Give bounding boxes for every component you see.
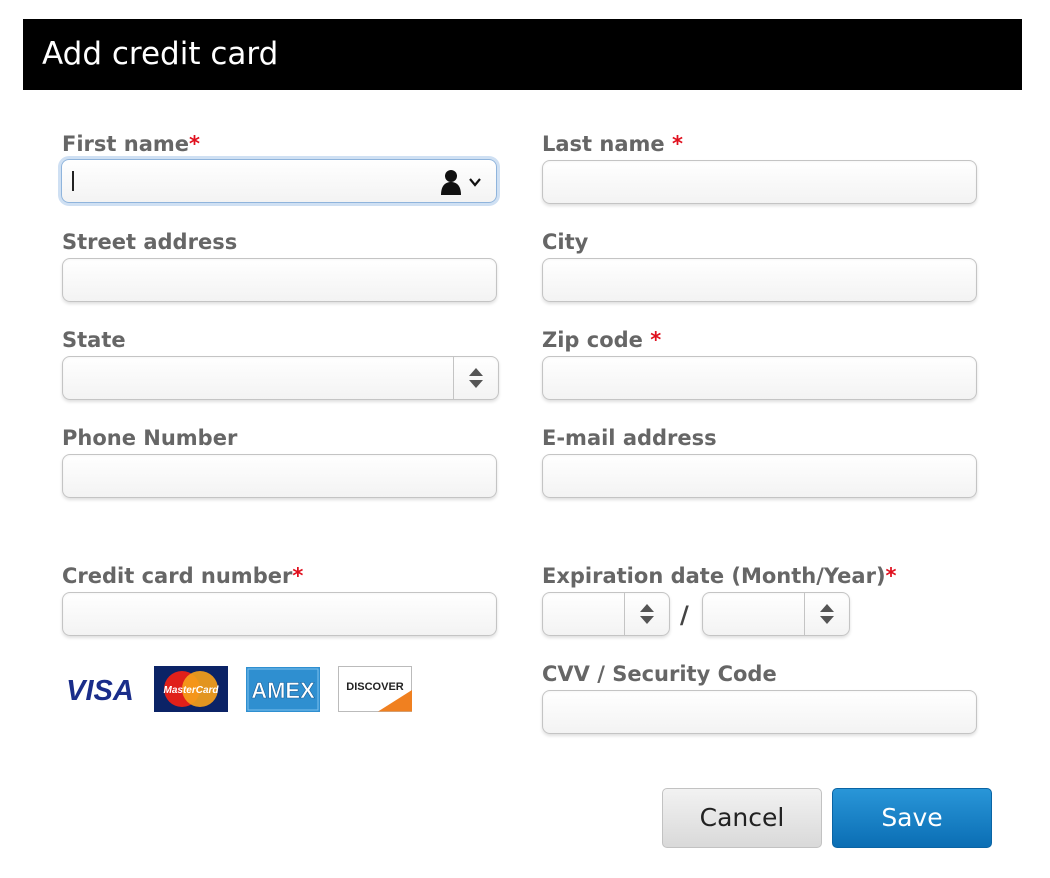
amex-logo: AMEX xyxy=(246,667,320,712)
save-button[interactable]: Save xyxy=(832,788,992,848)
credit-card-number-label: Credit card number* xyxy=(62,563,303,589)
zip-code-input[interactable] xyxy=(542,356,977,400)
last-name-input[interactable] xyxy=(542,160,977,204)
discover-logo-text: DISCOVER xyxy=(346,681,404,693)
required-marker: * xyxy=(189,132,200,156)
last-name-label-text: Last name xyxy=(542,132,672,156)
first-name-label-text: First name xyxy=(62,132,189,156)
expiration-year-select[interactable] xyxy=(702,592,850,636)
discover-logo: DISCOVER xyxy=(338,666,412,712)
email-address-label: E-mail address xyxy=(542,426,717,450)
first-name-input[interactable] xyxy=(61,159,497,203)
required-marker: * xyxy=(292,564,304,588)
city-label: City xyxy=(542,230,589,254)
zip-code-label-text: Zip code xyxy=(542,328,651,352)
mastercard-logo-text: MasterCard xyxy=(163,685,219,696)
expiration-month-select[interactable] xyxy=(542,592,670,636)
first-name-label: First name* xyxy=(62,131,200,157)
expiration-date-label: Expiration date (Month/Year)* xyxy=(542,563,897,589)
zip-code-label: Zip code * xyxy=(542,327,661,353)
dialog-title-text: Add credit card xyxy=(42,36,279,72)
city-input[interactable] xyxy=(542,258,977,302)
state-select[interactable] xyxy=(62,356,499,400)
phone-number-label: Phone Number xyxy=(62,426,238,450)
cancel-button[interactable]: Cancel xyxy=(662,788,822,848)
date-separator: / xyxy=(680,601,689,629)
month-select-arrows[interactable] xyxy=(624,593,669,635)
cvv-label: CVV / Security Code xyxy=(542,662,777,686)
contact-autofill-icon[interactable] xyxy=(438,169,484,195)
text-caret xyxy=(72,171,74,191)
dialog-title: Add credit card xyxy=(23,19,1022,90)
street-address-input[interactable] xyxy=(62,258,497,302)
expiration-date-label-text: Expiration date (Month/Year) xyxy=(542,564,886,588)
state-label: State xyxy=(62,328,126,352)
email-address-input[interactable] xyxy=(542,454,977,498)
street-address-label: Street address xyxy=(62,230,238,254)
up-down-arrows-icon xyxy=(640,604,654,624)
up-down-arrows-icon xyxy=(820,604,834,624)
amex-logo-text: AMEX xyxy=(251,678,315,703)
visa-logo: VISA xyxy=(66,675,134,707)
required-marker: * xyxy=(885,564,897,588)
required-marker: * xyxy=(671,132,683,156)
phone-number-input[interactable] xyxy=(62,454,497,498)
cvv-input[interactable] xyxy=(542,690,977,734)
year-select-arrows[interactable] xyxy=(804,593,849,635)
credit-card-number-input[interactable] xyxy=(62,592,497,636)
state-select-arrows[interactable] xyxy=(453,357,498,399)
up-down-arrows-icon xyxy=(469,368,483,388)
credit-card-number-label-text: Credit card number xyxy=(62,564,293,588)
last-name-label: Last name * xyxy=(542,131,683,157)
mastercard-logo: MasterCard xyxy=(154,666,228,712)
visa-logo-text: VISA xyxy=(66,675,134,707)
required-marker: * xyxy=(650,328,662,352)
